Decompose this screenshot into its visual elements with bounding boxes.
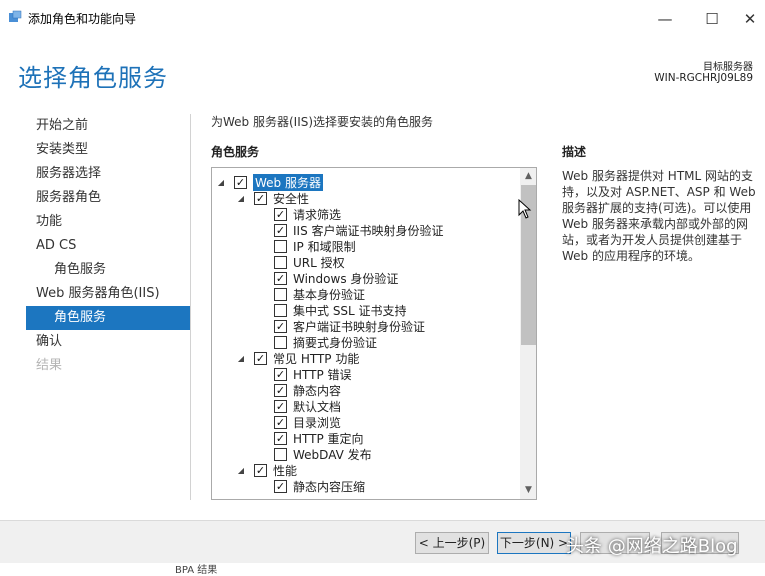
checkbox[interactable]: ✓ [274,271,287,285]
wizard-nav: 开始之前 安装类型 服务器选择 服务器角色 功能 AD CS 角色服务 Web … [26,114,190,378]
target-server-label: 目标服务器 [703,62,753,73]
title-bar: 添加角色和功能向导 — ☐ ✕ [0,0,765,38]
checkbox[interactable]: ✓ [254,351,267,365]
background-window-text: BPA 结果 [175,565,218,576]
checkbox[interactable]: ✓ [274,367,287,381]
app-icon [9,10,22,22]
nav-item-server-roles[interactable]: 服务器角色 [26,186,190,210]
nav-item-ad-cs[interactable]: AD CS [26,234,190,258]
nav-item-before-you-begin[interactable]: 开始之前 [26,114,190,138]
checkbox[interactable]: ✓ [254,191,267,205]
tree-item[interactable]: ◢ ✓ 安全性 [236,190,309,206]
tree-item-label: Windows 身份验证 [293,271,399,286]
tree-item-label: WebDAV 发布 [293,447,372,462]
nav-item-web-server-role[interactable]: Web 服务器角色(IIS) [26,282,190,306]
tree-item-label: HTTP 重定向 [293,431,364,446]
tree-item-label: HTTP 错误 [293,367,352,382]
mouse-cursor-icon [518,199,532,219]
tree-item[interactable]: ✓ 静态内容压缩 [256,478,365,494]
description-text: Web 服务器提供对 HTML 网站的支持，以及对 ASP.NET、ASP 和 … [562,169,756,263]
tree-item-label: 常见 HTTP 功能 [273,351,360,366]
tree-item[interactable]: ✓ 客户端证书映射身份验证 [256,318,425,334]
minimize-button[interactable]: — [643,4,687,34]
tree-item[interactable]: ✓ HTTP 重定向 [256,430,364,446]
tree-item-label: 目录浏览 [293,415,342,430]
tree-item[interactable]: ✓ 默认文档 [256,398,341,414]
tree-item[interactable]: 摘要式身份验证 [256,334,377,350]
checkbox[interactable] [274,239,287,253]
checkbox[interactable]: ✓ [274,479,287,493]
window-title: 添加角色和功能向导 [28,12,137,26]
nav-item-features[interactable]: 功能 [26,210,190,234]
tree-item-label: URL 授权 [293,255,345,270]
nav-item-ad-cs-role-services[interactable]: 角色服务 [26,258,190,282]
scroll-up-arrow-icon[interactable]: ▲ [520,168,536,185]
tree-item-label: Web 服务器 [253,173,323,191]
checkbox[interactable]: ✓ [274,431,287,445]
nav-item-results: 结果 [36,358,63,373]
previous-button[interactable]: < 上一步(P) [415,532,489,554]
checkbox[interactable]: ✓ [254,463,267,477]
tree-item-label: 性能 [273,463,298,478]
expand-arrow-icon[interactable]: ◢ [236,466,246,475]
checkbox[interactable] [274,303,287,317]
role-services-header: 角色服务 [211,145,260,159]
checkbox[interactable] [274,335,287,349]
expand-arrow-icon[interactable]: ◢ [236,194,246,203]
expand-arrow-icon[interactable]: ◢ [216,178,226,187]
tree-item-label: 安全性 [273,191,310,206]
nav-item-server-selection[interactable]: 服务器选择 [26,162,190,186]
tree-item[interactable]: WebDAV 发布 [256,446,372,462]
next-button[interactable]: 下一步(N) > [497,532,571,554]
tree-item-label: 摘要式身份验证 [293,335,378,350]
tree-item[interactable]: ◢ ✓ 性能 [236,462,297,478]
tree-item[interactable]: IP 和域限制 [256,238,356,254]
description-header: 描述 [562,145,587,159]
scroll-down-arrow-icon[interactable]: ▼ [520,482,536,499]
close-button[interactable]: ✕ [728,4,765,34]
role-services-tree[interactable]: ▲ ▼ ◢ ✓ Web 服务器 ◢ ✓ 安全性 ✓ 请求筛选 ✓ IIS 客户端证书映射身份验证 I… [211,167,537,500]
tree-item-label: 客户端证书映射身份验证 [293,319,426,334]
checkbox[interactable] [274,287,287,301]
tree-item-label: IP 和域限制 [293,239,356,254]
tree-item[interactable]: ✓ HTTP 错误 [256,366,352,382]
tree-item[interactable]: 集中式 SSL 证书支持 [256,302,407,318]
checkbox[interactable]: ✓ [274,415,287,429]
checkbox[interactable]: ✓ [274,223,287,237]
tree-item[interactable]: ✓ Windows 身份验证 [256,270,398,286]
tree-item[interactable]: ◢ ✓ Web 服务器 [216,173,323,191]
nav-item-web-role-services[interactable]: 角色服务 [26,306,190,330]
nav-divider [190,114,191,500]
checkbox[interactable]: ✓ [274,319,287,333]
tree-item[interactable]: ✓ 目录浏览 [256,414,341,430]
checkbox[interactable] [274,447,287,461]
page-instruction: 为Web 服务器(IIS)选择要安装的角色服务 [211,115,434,129]
tree-item-label: IIS 客户端证书映射身份验证 [293,223,444,238]
checkbox[interactable] [274,255,287,269]
checkbox[interactable]: ✓ [234,175,247,189]
tree-item[interactable]: ✓ IIS 客户端证书映射身份验证 [256,222,444,238]
tree-item-label: 静态内容 [293,383,342,398]
watermark: 头条 @网络之路Blog [566,536,738,557]
tree-item[interactable]: ◢ ✓ 常见 HTTP 功能 [236,350,359,366]
tree-item[interactable]: ✓ 静态内容 [256,382,341,398]
tree-item[interactable]: 基本身份验证 [256,286,365,302]
tree-item[interactable]: URL 授权 [256,254,345,270]
page-title: 选择角色服务 [18,64,168,92]
tree-item-label: 集中式 SSL 证书支持 [293,303,407,318]
expand-arrow-icon[interactable]: ◢ [236,354,246,363]
tree-item-label: 默认文档 [293,399,342,414]
background-strip [0,563,765,570]
checkbox[interactable]: ✓ [274,383,287,397]
checkbox[interactable]: ✓ [274,207,287,221]
tree-item-label: 基本身份验证 [293,287,366,302]
nav-item-confirmation[interactable]: 确认 [26,330,190,354]
checkbox[interactable]: ✓ [274,399,287,413]
tree-item[interactable]: ✓ 请求筛选 [256,206,341,222]
target-server-name: WIN-RGCHRJ09L89 [654,72,753,84]
nav-item-installation-type[interactable]: 安装类型 [26,138,190,162]
page-header: 选择角色服务 目标服务器 WIN-RGCHRJ09L89 [0,38,765,108]
tree-item-label: 请求筛选 [293,207,342,222]
tree-item-label: 静态内容压缩 [293,479,366,494]
